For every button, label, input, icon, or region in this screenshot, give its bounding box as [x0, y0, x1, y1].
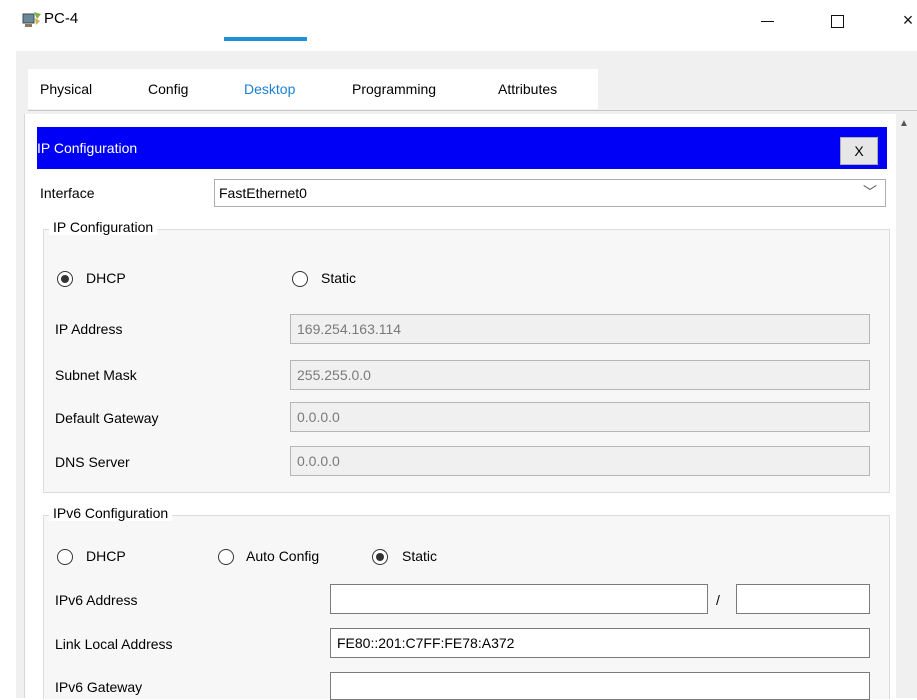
- tab-bar: Physical Config Desktop Programming Attr…: [28, 69, 598, 109]
- maximize-icon: [830, 14, 844, 28]
- pc-icon: [22, 12, 41, 27]
- ipv6-auto-config-radio[interactable]: [218, 549, 234, 565]
- active-tab-indicator: [224, 37, 307, 41]
- dns-server-value: 0.0.0.0: [297, 453, 340, 469]
- link-local-address-label: Link Local Address: [55, 636, 173, 652]
- tab-programming[interactable]: Programming: [352, 81, 436, 97]
- close-icon: ×: [902, 10, 914, 30]
- ipv6-static-radio[interactable]: [372, 549, 388, 565]
- ip-configuration-close-button[interactable]: X: [840, 137, 878, 165]
- ipv4-dhcp-radio[interactable]: [57, 271, 73, 287]
- window-title: PC-4: [44, 10, 79, 27]
- link-local-address-value: FE80::201:C7FF:FE78:A372: [337, 635, 515, 651]
- subnet-mask-value: 255.255.0.0: [297, 367, 371, 383]
- vertical-scrollbar[interactable]: [896, 114, 917, 698]
- tab-desktop[interactable]: Desktop: [244, 81, 295, 97]
- interface-select[interactable]: FastEthernet0 ﹀: [214, 179, 886, 207]
- interface-value: FastEthernet0: [219, 185, 307, 201]
- scroll-up-icon[interactable]: ▲: [899, 118, 909, 129]
- minimize-button[interactable]: [752, 8, 782, 32]
- default-gateway-label: Default Gateway: [55, 410, 159, 426]
- ipv4-group-legend: IP Configuration: [49, 219, 158, 235]
- ipv6-dhcp-radio[interactable]: [57, 549, 73, 565]
- tab-physical[interactable]: Physical: [40, 81, 92, 97]
- interface-label: Interface: [40, 185, 95, 201]
- prefix-slash: /: [716, 592, 720, 608]
- minimize-icon: [760, 20, 774, 22]
- chevron-down-icon: ﹀: [863, 184, 877, 200]
- tab-config[interactable]: Config: [148, 81, 188, 97]
- title-bar: PC-4 ×: [0, 0, 917, 40]
- ip-address-label: IP Address: [55, 321, 123, 337]
- subnet-mask-field[interactable]: 255.255.0.0: [290, 360, 870, 390]
- ipv4-static-label[interactable]: Static: [321, 270, 356, 286]
- ipv4-static-radio[interactable]: [292, 271, 308, 287]
- ip-configuration-header: IP Configuration X: [37, 127, 887, 169]
- ipv6-auto-config-label[interactable]: Auto Config: [246, 548, 319, 564]
- default-gateway-field[interactable]: 0.0.0.0: [290, 402, 870, 432]
- close-window-button[interactable]: ×: [893, 8, 917, 32]
- ipv6-address-label: IPv6 Address: [55, 592, 138, 608]
- ipv4-dhcp-label[interactable]: DHCP: [86, 270, 126, 286]
- maximize-button[interactable]: [822, 8, 852, 32]
- ipv6-gateway-label: IPv6 Gateway: [55, 679, 143, 695]
- subnet-mask-label: Subnet Mask: [55, 367, 137, 383]
- ipv6-group-legend: IPv6 Configuration: [49, 505, 173, 521]
- ip-address-value: 169.254.163.114: [297, 321, 402, 337]
- ipv6-static-label[interactable]: Static: [402, 548, 437, 564]
- dns-server-label: DNS Server: [55, 454, 130, 470]
- link-local-address-field[interactable]: FE80::201:C7FF:FE78:A372: [330, 628, 870, 658]
- ipv6-address-field[interactable]: [330, 584, 708, 614]
- ipv6-dhcp-label[interactable]: DHCP: [86, 548, 126, 564]
- ip-configuration-title: IP Configuration: [37, 140, 138, 156]
- tabs-divider: [28, 110, 917, 111]
- tab-attributes[interactable]: Attributes: [498, 81, 557, 97]
- ipv6-gateway-field[interactable]: [330, 672, 870, 700]
- dns-server-field[interactable]: 0.0.0.0: [290, 446, 870, 476]
- ipv6-prefix-length-field[interactable]: [736, 584, 870, 614]
- default-gateway-value: 0.0.0.0: [297, 409, 340, 425]
- ip-address-field[interactable]: 169.254.163.114: [290, 314, 870, 344]
